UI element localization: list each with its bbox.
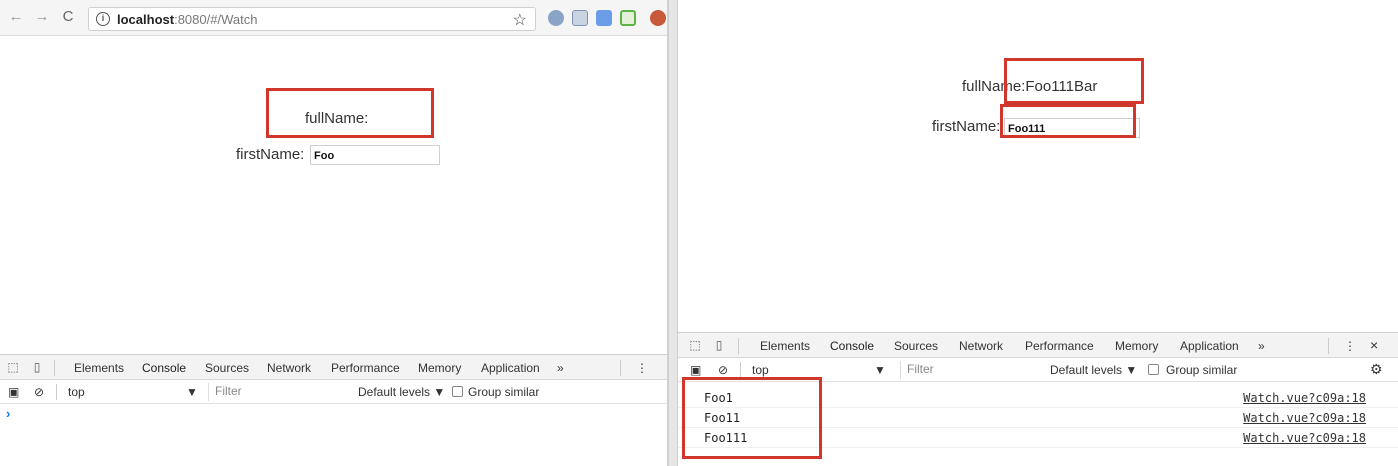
clear-console-icon[interactable]: ⊘ (718, 363, 728, 377)
extension-icon[interactable] (548, 10, 564, 26)
extension-icon[interactable] (572, 10, 588, 26)
back-icon[interactable]: ← (8, 9, 24, 25)
url-host: localhost (117, 12, 175, 27)
tab-memory[interactable]: Memory (1115, 339, 1158, 353)
kebab-menu-icon[interactable]: ⋮ (636, 361, 648, 375)
tab-elements[interactable]: Elements (74, 361, 124, 375)
filter-input[interactable]: Filter (208, 383, 338, 401)
devtools-tab-bar: ⬚ ▯ Elements Console Sources Network Per… (0, 354, 667, 382)
tab-application[interactable]: Application (1180, 339, 1239, 353)
sidebar-toggle-icon[interactable]: ▣ (690, 363, 701, 377)
tab-network[interactable]: Network (267, 361, 311, 375)
highlight-box (1004, 58, 1144, 104)
separator (56, 384, 57, 400)
url-path: :8080/#/Watch (174, 12, 258, 27)
info-icon[interactable]: i (96, 12, 110, 26)
firstname-label: firstName: (236, 146, 305, 163)
close-icon[interactable]: × (1370, 337, 1378, 353)
chevron-down-icon[interactable]: ▼ (874, 363, 886, 377)
chevron-down-icon[interactable]: ▼ (186, 385, 198, 399)
separator (54, 360, 55, 376)
highlight-box (1000, 104, 1136, 138)
filter-input[interactable]: Filter (900, 361, 1030, 379)
devtools-tab-bar: ⬚ ▯ Elements Console Sources Network Per… (678, 332, 1398, 360)
tab-console[interactable]: Console (137, 361, 191, 382)
kebab-menu-icon[interactable]: ⋮ (1344, 339, 1356, 353)
right-browser-window: fullName:Foo111Bar firstName: Foo111 ⬚ ▯… (678, 0, 1398, 466)
url-text: localhost:8080/#/Watch (117, 12, 257, 27)
group-similar-label: Group similar (468, 385, 540, 399)
console-prompt[interactable]: › (6, 406, 10, 421)
console-source-link[interactable]: Watch.vue?c09a:18 (1243, 431, 1366, 445)
clear-console-icon[interactable]: ⊘ (34, 385, 44, 399)
forward-icon[interactable]: → (34, 9, 50, 25)
context-selector[interactable]: top (752, 363, 769, 377)
levels-dropdown[interactable]: Default levels ▼ (1050, 363, 1137, 377)
tab-performance[interactable]: Performance (1025, 339, 1094, 353)
extension-icon[interactable] (650, 10, 666, 26)
reload-icon[interactable]: C (60, 9, 76, 25)
tab-sources[interactable]: Sources (894, 339, 938, 353)
tab-network[interactable]: Network (959, 339, 1003, 353)
device-toolbar-icon[interactable]: ▯ (30, 360, 44, 374)
browser-toolbar: ← → C i localhost:8080/#/Watch ☆ (0, 0, 667, 36)
tab-performance[interactable]: Performance (331, 361, 400, 375)
tab-memory[interactable]: Memory (418, 361, 461, 375)
sidebar-toggle-icon[interactable]: ▣ (8, 385, 19, 399)
separator (1328, 338, 1329, 354)
tab-console[interactable]: Console (825, 339, 879, 360)
inspect-icon[interactable]: ⬚ (688, 338, 702, 352)
firstname-label: firstName: (932, 118, 1001, 135)
group-similar-checkbox[interactable] (1148, 364, 1159, 375)
highlight-box (266, 88, 434, 138)
firstname-input[interactable]: Foo (310, 145, 440, 165)
left-browser-window: ← → C i localhost:8080/#/Watch ☆ fullNam… (0, 0, 668, 466)
separator (620, 360, 621, 376)
address-bar[interactable]: i localhost:8080/#/Watch ☆ (88, 7, 536, 31)
extension-icon[interactable] (620, 10, 636, 26)
bookmark-star-icon[interactable]: ☆ (513, 10, 527, 30)
separator (738, 338, 739, 354)
tab-elements[interactable]: Elements (760, 339, 810, 353)
console-source-link[interactable]: Watch.vue?c09a:18 (1243, 391, 1366, 405)
console-source-link[interactable]: Watch.vue?c09a:18 (1243, 411, 1366, 425)
highlight-box (682, 377, 822, 459)
gear-icon[interactable]: ⚙ (1370, 361, 1383, 378)
more-tabs-icon[interactable]: » (557, 361, 564, 375)
tab-sources[interactable]: Sources (205, 361, 249, 375)
group-similar-checkbox[interactable] (452, 386, 463, 397)
separator (740, 362, 741, 378)
levels-dropdown[interactable]: Default levels ▼ (358, 385, 445, 399)
console-toolbar: ▣ ⊘ top ▼ Filter Default levels ▼ Group … (0, 380, 667, 404)
context-selector[interactable]: top (68, 385, 85, 399)
tab-application[interactable]: Application (481, 361, 540, 375)
group-similar-label: Group similar (1166, 363, 1238, 377)
extension-icon[interactable] (596, 10, 612, 26)
panel-divider (668, 0, 678, 466)
inspect-icon[interactable]: ⬚ (6, 360, 20, 374)
device-toolbar-icon[interactable]: ▯ (712, 338, 726, 352)
more-tabs-icon[interactable]: » (1258, 339, 1265, 353)
